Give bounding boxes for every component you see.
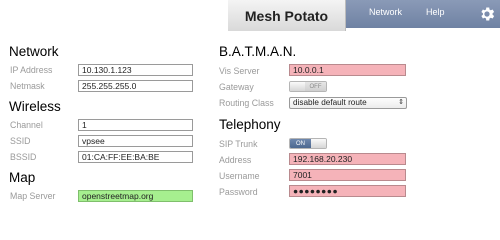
routing-class-select[interactable]: disable default route ⇕ — [289, 97, 407, 109]
telephony-heading: Telephony — [219, 117, 281, 132]
ssid-label: SSID — [10, 136, 31, 146]
routing-class-label: Routing Class — [219, 98, 274, 108]
nav-network-link[interactable]: Network — [369, 7, 402, 17]
routing-class-value: disable default route — [293, 98, 367, 107]
gateway-toggle[interactable]: OFF — [289, 81, 327, 92]
ssid-field[interactable] — [78, 135, 193, 147]
batman-heading: B.A.T.M.A.N. — [219, 44, 297, 59]
netmask-label: Netmask — [10, 81, 45, 91]
map-server-label: Map Server — [10, 191, 56, 201]
map-server-field[interactable] — [78, 190, 193, 202]
wireless-heading: Wireless — [9, 99, 61, 114]
bssid-label: BSSID — [10, 152, 37, 162]
vis-server-label: Vis Server — [219, 66, 260, 76]
toggle-knob — [311, 139, 326, 148]
vis-server-field[interactable] — [289, 64, 406, 76]
sip-trunk-toggle-state: ON — [290, 139, 311, 148]
address-label: Address — [219, 155, 252, 165]
channel-field[interactable] — [78, 119, 193, 131]
address-field[interactable] — [289, 153, 406, 165]
app-title: Mesh Potato — [244, 7, 329, 24]
ip-address-field[interactable] — [78, 64, 193, 76]
gear-icon[interactable] — [478, 5, 496, 23]
network-heading: Network — [9, 44, 59, 59]
username-label: Username — [219, 171, 260, 181]
nav-help-link[interactable]: Help — [426, 7, 445, 17]
app-title-tab: Mesh Potato — [228, 0, 346, 31]
bssid-field[interactable] — [78, 151, 193, 163]
netmask-field[interactable] — [78, 80, 193, 92]
gateway-label: Gateway — [219, 82, 254, 92]
gateway-toggle-state: OFF — [305, 82, 326, 91]
password-field[interactable] — [289, 185, 406, 197]
ip-address-label: IP Address — [10, 65, 53, 75]
toggle-knob — [290, 82, 305, 91]
password-label: Password — [219, 187, 258, 197]
sip-trunk-label: SIP Trunk — [219, 139, 258, 149]
chevron-updown-icon: ⇕ — [398, 99, 404, 106]
username-field[interactable] — [289, 169, 406, 181]
map-heading: Map — [9, 170, 36, 185]
sip-trunk-toggle[interactable]: ON — [289, 138, 327, 149]
channel-label: Channel — [10, 120, 43, 130]
